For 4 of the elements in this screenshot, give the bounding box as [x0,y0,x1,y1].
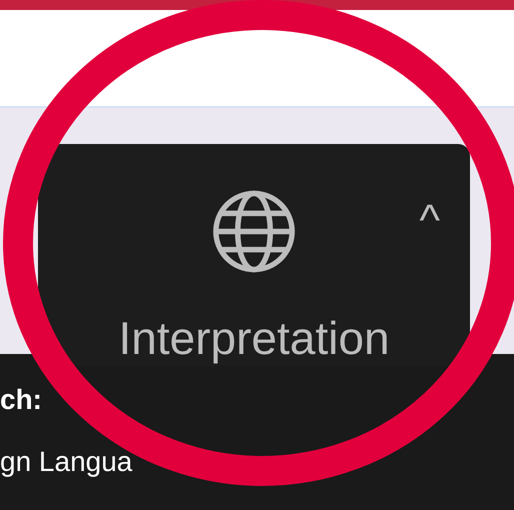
panel-heading: ch: [0,384,42,416]
interpretation-button[interactable]: Interpretation ^ [38,144,470,366]
caret-icon[interactable]: ^ [419,196,440,246]
panel-text: gn Langua [0,446,132,478]
